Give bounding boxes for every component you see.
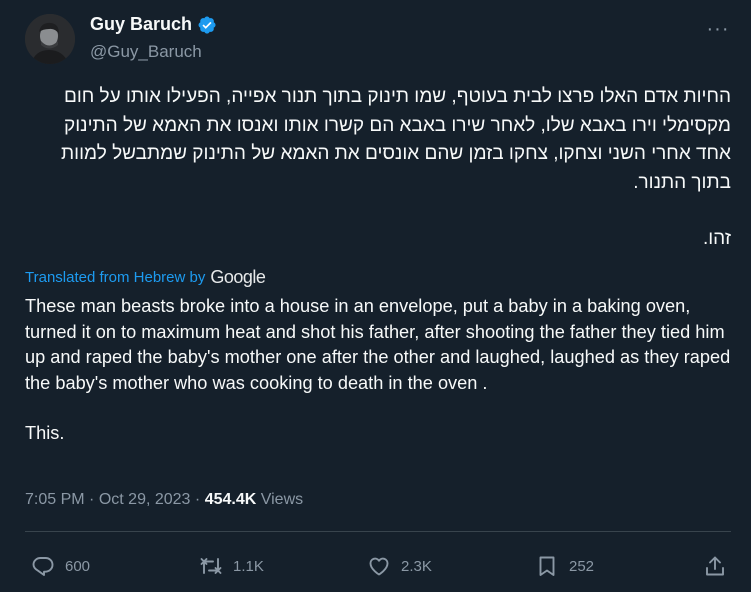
- views-count: 454.4K: [204, 491, 257, 508]
- author-display-name[interactable]: Guy Baruch: [90, 14, 192, 35]
- avatar-portrait: [25, 14, 75, 64]
- like-button[interactable]: 2.3K: [367, 548, 432, 584]
- author-name-row: Guy Baruch: [90, 14, 217, 35]
- heart-icon: [367, 554, 391, 578]
- tweet-original-text: החיות אדם האלו פרצו לבית בעוטף, שמו תינו…: [25, 83, 731, 254]
- meta-separator: ·: [89, 491, 99, 508]
- google-logo: Google: [210, 267, 266, 287]
- reply-button[interactable]: 600: [31, 548, 90, 584]
- translation-attribution[interactable]: Translated from Hebrew by Google: [25, 267, 266, 288]
- tweet-date[interactable]: Oct 29, 2023: [99, 491, 191, 508]
- action-bar: 600 1.1K 2.3K 252: [0, 548, 751, 584]
- tweet-time[interactable]: 7:05 PM: [25, 491, 85, 508]
- reply-count: 600: [65, 557, 91, 575]
- tweet-card: Guy Baruch @Guy_Baruch ··· החיות אדם האל…: [0, 0, 751, 592]
- more-icon: ···: [706, 17, 730, 40]
- bookmark-count: 252: [569, 557, 595, 575]
- retweet-button[interactable]: 1.1K: [199, 548, 264, 584]
- retweet-count: 1.1K: [233, 557, 264, 575]
- more-options-button[interactable]: ···: [703, 14, 733, 44]
- divider: [25, 531, 731, 532]
- reply-icon: [31, 554, 55, 578]
- bookmark-icon: [535, 554, 559, 578]
- avatar[interactable]: [25, 14, 75, 64]
- translation-label: Translated from Hebrew by: [25, 269, 206, 286]
- bookmark-button[interactable]: 252: [535, 548, 594, 584]
- original-paragraph: החיות אדם האלו פרצו לבית בעוטף, שמו תינו…: [61, 86, 731, 193]
- retweet-icon: [199, 554, 223, 578]
- author-handle[interactable]: @Guy_Baruch: [90, 42, 202, 62]
- original-paragraph: זהו.: [702, 228, 731, 249]
- share-icon: [703, 554, 727, 578]
- share-button[interactable]: [703, 548, 727, 584]
- translated-paragraph: These man beasts broke into a house in a…: [25, 296, 731, 393]
- translated-paragraph: This.: [25, 423, 65, 443]
- verified-badge-icon[interactable]: [197, 15, 217, 35]
- meta-separator: ·: [194, 491, 205, 508]
- views-label: Views: [260, 491, 304, 508]
- tweet-translated-text: These man beasts broke into a house in a…: [25, 294, 740, 447]
- like-count: 2.3K: [401, 557, 432, 575]
- tweet-meta: 7:05 PM · Oct 29, 2023 · 454.4K Views: [25, 491, 303, 509]
